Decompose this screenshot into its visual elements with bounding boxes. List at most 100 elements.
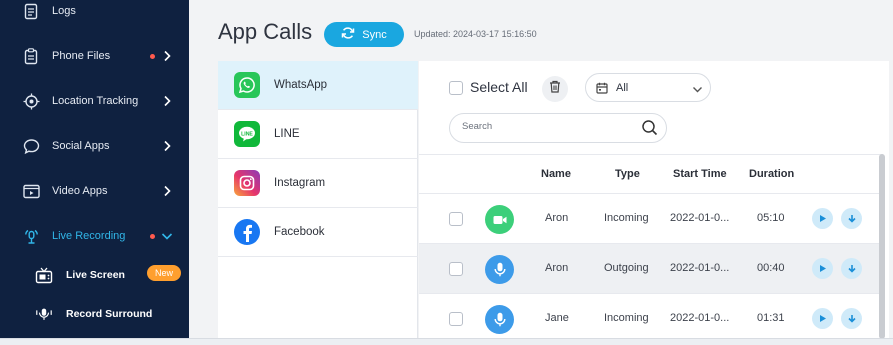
chevron-down-icon <box>160 229 174 243</box>
app-label: LINE <box>274 128 300 140</box>
sidebar-item-label: Logs <box>52 5 76 17</box>
column-header-start-time: Start Time <box>673 168 727 180</box>
notification-dot <box>150 233 155 239</box>
play-icon <box>820 215 826 222</box>
chevron-right-icon <box>160 49 174 63</box>
table-header: Name Type Start Time Duration <box>419 154 883 194</box>
notification-dot <box>150 53 155 59</box>
row-checkbox[interactable] <box>449 262 463 276</box>
download-button[interactable] <box>841 208 862 229</box>
app-item-instagram[interactable]: Instagram <box>218 159 418 208</box>
facebook-icon <box>234 219 260 245</box>
table-row[interactable]: Aron Incoming 2022-01-0... 05:10 <box>419 194 883 244</box>
cell-type: Incoming <box>604 212 649 224</box>
row-checkbox[interactable] <box>449 312 463 326</box>
sync-label: Sync <box>362 28 387 41</box>
window-bottom-edge <box>0 338 893 345</box>
select-all-checkbox[interactable] <box>449 81 463 95</box>
play-button[interactable] <box>812 258 833 279</box>
phone-files-icon <box>22 47 40 65</box>
search-input[interactable] <box>462 121 632 132</box>
video-call-icon <box>485 205 514 234</box>
search-box <box>449 113 667 143</box>
cell-name: Aron <box>545 212 569 224</box>
cell-type: Incoming <box>604 312 649 324</box>
app-label: Facebook <box>274 226 325 238</box>
play-button[interactable] <box>812 208 833 229</box>
whatsapp-icon <box>234 72 260 98</box>
sidebar-item-phone-files[interactable]: Phone Files <box>0 36 189 76</box>
instagram-icon <box>234 170 260 196</box>
surround-icon <box>35 305 53 323</box>
cell-duration: 01:31 <box>757 312 785 324</box>
updated-timestamp: Updated: 2024-03-17 15:16:50 <box>414 29 537 39</box>
tv-icon <box>35 266 53 284</box>
chat-bubble-icon <box>22 137 40 155</box>
chevron-right-icon <box>160 184 174 198</box>
sidebar-item-label: Location Tracking <box>52 95 139 107</box>
date-filter-select[interactable]: All <box>585 73 711 102</box>
cell-start-time: 2022-01-0... <box>670 312 730 324</box>
sidebar-subitem-record-surround[interactable]: Record Surround <box>0 294 189 334</box>
column-header-name: Name <box>541 168 571 180</box>
logs-icon <box>22 2 40 20</box>
calendar-icon <box>596 81 608 99</box>
sidebar-item-label: Live Screen <box>66 269 125 281</box>
calls-panel: Select All All Name Type Start Time <box>419 61 889 345</box>
download-button[interactable] <box>841 308 862 329</box>
sync-icon <box>341 27 355 42</box>
sidebar-item-social-apps[interactable]: Social Apps <box>0 126 189 166</box>
page-title: App Calls <box>218 19 313 44</box>
search-icon[interactable] <box>641 119 658 141</box>
live-recording-icon <box>22 227 40 245</box>
table-row[interactable]: Jane Incoming 2022-01-0... 01:31 <box>419 294 883 344</box>
play-icon <box>820 315 826 322</box>
chevron-down-icon <box>692 82 703 100</box>
sidebar-item-location-tracking[interactable]: Location Tracking <box>0 81 189 121</box>
cell-type: Outgoing <box>604 262 649 274</box>
mic-icon <box>485 255 514 284</box>
filter-value: All <box>616 82 629 94</box>
app-list: WhatsApp LINE LINE Instagram Facebook <box>218 61 418 345</box>
cell-start-time: 2022-01-0... <box>670 212 730 224</box>
app-item-whatsapp[interactable]: WhatsApp <box>218 61 418 110</box>
location-icon <box>22 92 40 110</box>
select-all-label: Select All <box>470 79 528 95</box>
table-scrollbar[interactable] <box>879 154 885 339</box>
download-icon <box>847 264 856 273</box>
column-header-duration: Duration <box>749 168 795 180</box>
play-button[interactable] <box>812 308 833 329</box>
download-icon <box>847 214 856 223</box>
sidebar-item-label: Record Surround <box>66 308 153 320</box>
chevron-right-icon <box>160 94 174 108</box>
row-checkbox[interactable] <box>449 212 463 226</box>
cell-duration: 05:10 <box>757 212 785 224</box>
download-button[interactable] <box>841 258 862 279</box>
sidebar-item-live-recording[interactable]: Live Recording <box>0 216 189 256</box>
sidebar-item-video-apps[interactable]: Video Apps <box>0 171 189 211</box>
cell-name: Aron <box>545 262 569 274</box>
delete-button[interactable] <box>542 76 568 102</box>
sidebar-item-label: Video Apps <box>52 185 108 197</box>
new-badge: New <box>147 265 181 281</box>
table-row[interactable]: Aron Outgoing 2022-01-0... 00:40 <box>419 244 883 294</box>
app-root: Logs Phone Files Location Tracking Socia… <box>0 0 893 345</box>
app-item-line[interactable]: LINE LINE <box>218 110 418 159</box>
app-item-facebook[interactable]: Facebook <box>218 208 418 257</box>
cell-name: Jane <box>545 312 569 324</box>
play-icon <box>820 265 826 272</box>
sidebar-item-label: Live Recording <box>52 230 126 242</box>
sidebar-item-label: Social Apps <box>52 140 110 152</box>
cell-duration: 00:40 <box>757 262 785 274</box>
sidebar-subitem-live-screen[interactable]: Live Screen New <box>0 255 189 295</box>
sync-button[interactable]: Sync <box>324 22 404 47</box>
svg-text:LINE: LINE <box>241 131 253 137</box>
cell-start-time: 2022-01-0... <box>670 262 730 274</box>
sidebar-item-logs[interactable]: Logs <box>0 0 189 31</box>
sidebar-item-label: Phone Files <box>52 50 111 62</box>
download-icon <box>847 314 856 323</box>
video-icon <box>22 182 40 200</box>
line-icon: LINE <box>234 121 260 147</box>
app-label: Instagram <box>274 177 326 189</box>
sidebar: Logs Phone Files Location Tracking Socia… <box>0 0 189 345</box>
